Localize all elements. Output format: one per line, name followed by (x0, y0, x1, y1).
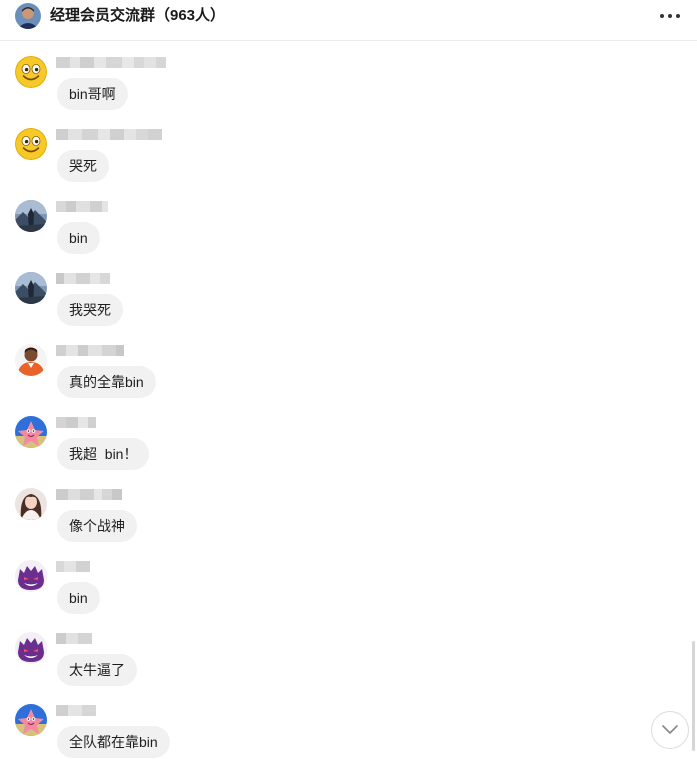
message-bubble[interactable]: 全队都在靠bin (57, 726, 170, 758)
sender-name-redacted (56, 345, 124, 356)
chat-message: 全队都在靠bin (0, 704, 640, 759)
chat-message: bin (0, 200, 640, 266)
smiley-emoji-avatar[interactable] (15, 56, 47, 88)
cartoon-starfish-avatar[interactable] (15, 416, 47, 448)
message-bubble[interactable]: 我哭死 (57, 294, 123, 326)
chevron-down-icon (662, 725, 678, 734)
chat-message: 我哭死 (0, 272, 640, 338)
sender-name-redacted (56, 57, 166, 68)
message-bubble[interactable]: bin哥啊 (57, 78, 128, 110)
smiley-emoji-avatar[interactable] (15, 128, 47, 160)
message-bubble[interactable]: bin (57, 582, 100, 614)
message-bubble[interactable]: bin (57, 222, 100, 254)
landscape-photo-avatar[interactable] (15, 200, 47, 232)
message-bubble[interactable]: 哭死 (57, 150, 109, 182)
cartoon-starfish-avatar[interactable] (15, 704, 47, 736)
sender-name-redacted (56, 201, 108, 212)
landscape-photo-avatar[interactable] (15, 272, 47, 304)
chat-title: 经理会员交流群（963人） (50, 7, 226, 24)
message-bubble[interactable]: 真的全靠bin (57, 366, 156, 398)
sender-name-redacted (56, 129, 162, 140)
sender-name-redacted (56, 633, 92, 644)
purple-ghost-avatar[interactable] (15, 560, 47, 592)
chat-message: 太牛逼了 (0, 632, 640, 698)
message-bubble[interactable]: 像个战神 (57, 510, 137, 542)
chat-window: 经理会员交流群（963人） bin哥啊 哭死 bin 我哭死 真的全靠bin 我… (0, 0, 697, 759)
more-horizontal-icon (660, 14, 664, 18)
sender-name-redacted (56, 489, 122, 500)
purple-ghost-avatar[interactable] (15, 632, 47, 664)
message-bubble[interactable]: 太牛逼了 (57, 654, 137, 686)
chat-message: bin (0, 560, 640, 626)
woman-portrait-avatar[interactable] (15, 488, 47, 520)
sender-name-redacted (56, 705, 96, 716)
orange-portrait-avatar[interactable] (15, 344, 47, 376)
chat-message: bin哥啊 (0, 56, 640, 122)
sender-name-redacted (56, 561, 90, 572)
chat-message: 我超 bin！ (0, 416, 640, 482)
chat-message: 哭死 (0, 128, 640, 194)
scrollbar[interactable] (692, 41, 697, 759)
more-options-button[interactable] (650, 4, 690, 28)
chat-message: 像个战神 (0, 488, 640, 554)
group-avatar[interactable] (15, 3, 41, 29)
message-bubble[interactable]: 我超 bin！ (57, 438, 150, 470)
sender-name-redacted (56, 273, 110, 284)
chat-message: 真的全靠bin (0, 344, 640, 410)
sender-name-redacted (56, 417, 96, 428)
chat-header: 经理会员交流群（963人） (0, 0, 697, 41)
scrollbar-thumb[interactable] (692, 641, 695, 751)
scroll-to-bottom-button[interactable] (651, 711, 689, 749)
